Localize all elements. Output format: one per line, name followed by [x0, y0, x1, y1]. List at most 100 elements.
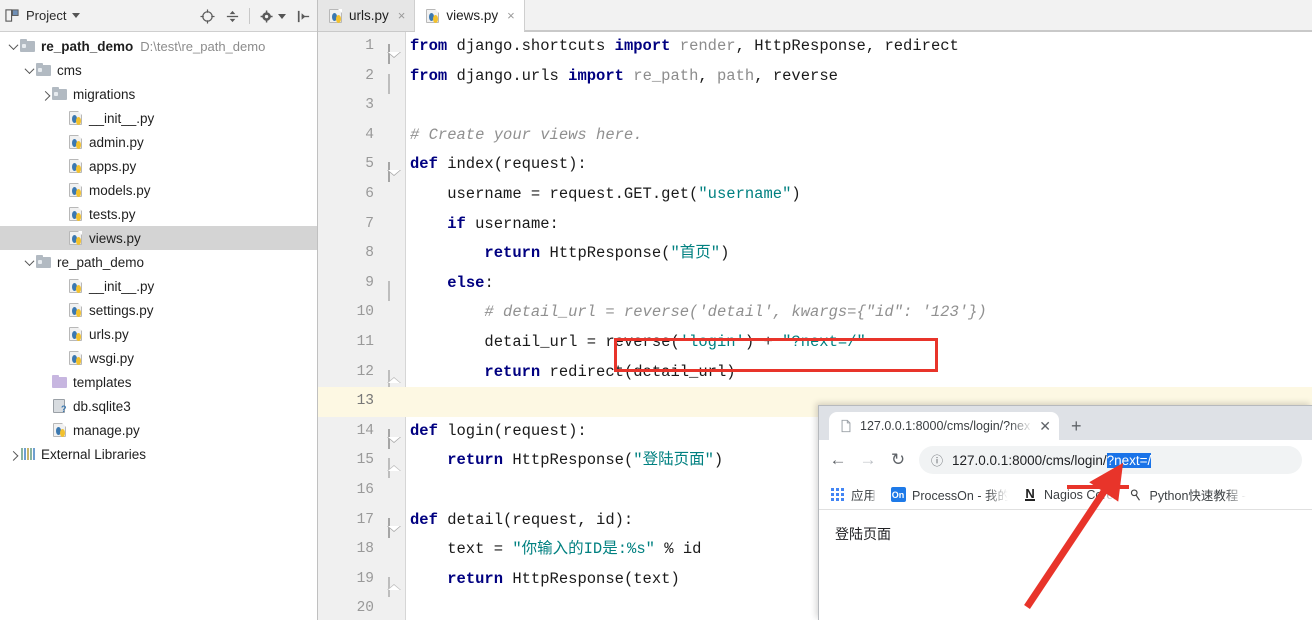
tree-item-apps-py[interactable]: apps.py: [0, 154, 317, 178]
code-line[interactable]: 9 else:: [318, 269, 1312, 301]
code-line[interactable]: 10 # detail_url = reverse('detail', kwar…: [318, 298, 1312, 328]
code-line[interactable]: 3: [318, 91, 1312, 121]
code-token: # detail_url = reverse('detail', kwargs=…: [410, 303, 987, 322]
code-line[interactable]: 6 username = request.GET.get(″username″): [318, 180, 1312, 210]
code-token: return: [484, 244, 541, 263]
tree-item-urls-py[interactable]: urls.py: [0, 322, 317, 346]
python-file-icon: [68, 230, 84, 246]
chevron-down-icon[interactable]: [6, 39, 20, 50]
tree-item-tests-py[interactable]: tests.py: [0, 202, 317, 226]
code-token: ″username″: [698, 184, 792, 203]
bookmark-item[interactable]: Python快速教程 - V…: [1128, 485, 1246, 504]
apps-grid-icon: [829, 487, 845, 503]
tree-item-label: cms: [57, 62, 82, 78]
site-info-icon[interactable]: ⓘ: [931, 452, 943, 469]
close-icon[interactable]: ×: [398, 8, 406, 23]
chevron-down-icon[interactable]: [22, 63, 36, 74]
fold-marker-open-icon[interactable]: [388, 158, 401, 183]
python-file-icon: [68, 350, 84, 366]
python-file-icon: [52, 422, 68, 438]
chevron-right-icon[interactable]: [38, 90, 52, 101]
browser-tab[interactable]: 127.0.0.1:8000/cms/login/?nex ✕: [829, 412, 1059, 440]
processon-icon: On: [890, 487, 906, 503]
code-line[interactable]: 8 return HttpResponse(″首页″): [318, 239, 1312, 269]
tree-item--init-py[interactable]: __init__.py: [0, 274, 317, 298]
tree-item-re-path-demo[interactable]: re_path_demo D:\test\re_path_demo: [0, 34, 317, 58]
code-token: def: [410, 155, 438, 174]
code-token: ): [720, 244, 730, 263]
browser-chrome: ← → ↻ ⓘ 127.0.0.1:8000/cms/login/?next=/…: [819, 440, 1312, 620]
folder-icon: [20, 38, 36, 54]
tree-item-settings-py[interactable]: settings.py: [0, 298, 317, 322]
close-icon[interactable]: ×: [507, 8, 515, 23]
code-line[interactable]: 1 from django.shortcuts import render, Ht…: [318, 32, 1312, 64]
hide-panel-icon[interactable]: [295, 8, 311, 24]
code-line-text: def detail(request, id):: [410, 506, 633, 536]
code-line-text: # Create your views here.: [410, 121, 643, 151]
page-body-text: 登陆页面: [835, 527, 891, 543]
fold-marker-icon[interactable]: [388, 277, 401, 301]
code-line[interactable]: 4 # Create your views here.: [318, 121, 1312, 151]
tree-item-views-py[interactable]: views.py: [0, 226, 317, 250]
fold-marker-end-icon[interactable]: [388, 573, 401, 597]
fold-marker-open-icon[interactable]: [388, 425, 401, 449]
gear-dropdown-chevron-icon[interactable]: [278, 13, 286, 19]
bookmark-label: Python快速教程 - V…: [1149, 489, 1246, 503]
tree-item-templates[interactable]: templates: [0, 370, 317, 394]
code-token: import: [614, 37, 671, 55]
bookmark-bar[interactable]: 应用 On ProcessOn - 我的文 N Nagios Core Python快速教…: [819, 480, 1312, 510]
address-bar[interactable]: ⓘ 127.0.0.1:8000/cms/login/?next=/: [919, 446, 1302, 474]
reload-button[interactable]: ↻: [889, 450, 907, 470]
line-number: 3: [365, 97, 374, 114]
tree-item-re-path-demo[interactable]: re_path_demo: [0, 250, 317, 274]
bookmark-item[interactable]: On ProcessOn - 我的文: [890, 485, 1008, 504]
close-icon[interactable]: ✕: [1039, 418, 1051, 435]
settings-gear-icon[interactable]: [259, 8, 275, 24]
tree-item-label: models.py: [89, 182, 151, 198]
tree-item-db-sqlite3[interactable]: ? db.sqlite3: [0, 394, 317, 418]
tree-item-cms[interactable]: cms: [0, 58, 317, 82]
fold-marker-icon[interactable]: [388, 70, 401, 94]
folder-icon: [36, 254, 52, 270]
tree-item-admin-py[interactable]: admin.py: [0, 130, 317, 154]
line-number: 9: [365, 274, 374, 291]
project-file-tree[interactable]: re_path_demo D:\test\re_path_democms migra…: [0, 32, 317, 620]
code-token: redirect: [884, 37, 959, 55]
line-number: 8: [365, 245, 374, 262]
tree-item--init-py[interactable]: __init__.py: [0, 106, 317, 130]
line-number: 15: [356, 452, 374, 469]
chevron-down-icon[interactable]: [72, 13, 81, 18]
editor-tab-urls-py[interactable]: urls.py ×: [318, 0, 416, 31]
back-button[interactable]: ←: [829, 450, 847, 470]
forward-button[interactable]: →: [859, 450, 877, 470]
collapse-all-icon[interactable]: [224, 8, 240, 24]
bookmark-item[interactable]: 应用: [829, 485, 876, 504]
code-line[interactable]: 7 if username:: [318, 210, 1312, 240]
new-tab-button[interactable]: +: [1071, 417, 1082, 435]
code-token: def: [410, 510, 438, 529]
tree-item-label: __init__.py: [89, 110, 155, 126]
tree-item-external-libraries[interactable]: External Libraries: [0, 442, 317, 466]
tree-item-manage-py[interactable]: manage.py: [0, 418, 317, 442]
line-number: 5: [365, 156, 374, 173]
fold-marker-end-icon[interactable]: [388, 366, 401, 390]
code-line[interactable]: 12 return redirect(detail_url): [318, 358, 1312, 390]
fold-marker-open-icon[interactable]: [388, 40, 401, 64]
fold-marker-open-icon[interactable]: [388, 514, 401, 538]
fold-marker-end-icon[interactable]: [388, 454, 401, 479]
chevron-down-icon[interactable]: [22, 255, 36, 266]
code-line[interactable]: 5 def index(request):: [318, 150, 1312, 183]
tree-item-models-py[interactable]: models.py: [0, 178, 317, 202]
tree-item-wsgi-py[interactable]: wsgi.py: [0, 346, 317, 370]
editor-tab-views-py[interactable]: views.py ×: [415, 0, 525, 32]
code-token: % id: [654, 540, 702, 559]
tree-item-migrations[interactable]: migrations: [0, 82, 317, 106]
python-file-icon: [68, 182, 84, 198]
code-line[interactable]: 2 from django.urls import re_path, path, …: [318, 62, 1312, 94]
code-line[interactable]: 11 detail_url = reverse('login') + ″?nex…: [318, 328, 1312, 358]
locate-icon[interactable]: [199, 8, 215, 24]
chevron-right-icon[interactable]: [6, 450, 20, 461]
code-token: HttpResponse(: [503, 451, 634, 470]
